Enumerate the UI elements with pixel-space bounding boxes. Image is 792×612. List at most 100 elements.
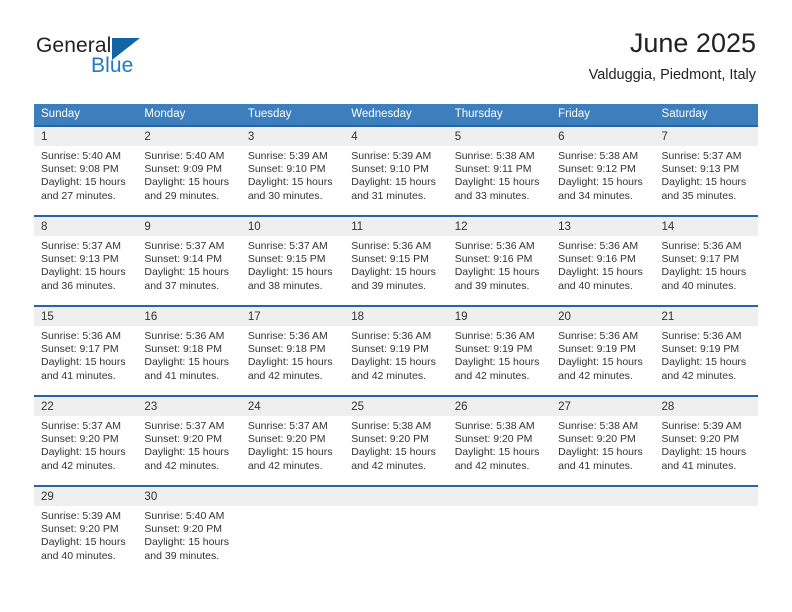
day-cell[interactable]: 21 Sunrise: 5:36 AM Sunset: 9:19 PM Dayl… <box>654 307 758 395</box>
day-cell[interactable]: 24 Sunrise: 5:37 AM Sunset: 9:20 PM Dayl… <box>240 397 345 485</box>
weekday-header-row: Sunday Monday Tuesday Wednesday Thursday… <box>34 104 758 125</box>
day-number-band: 16 <box>137 307 241 326</box>
day-cell[interactable]: 19 Sunrise: 5:36 AM Sunset: 9:19 PM Dayl… <box>447 307 552 395</box>
day-cell[interactable]: 30 Sunrise: 5:40 AM Sunset: 9:20 PM Dayl… <box>137 487 241 575</box>
day-number-band: 22 <box>34 397 138 416</box>
day-cell[interactable]: 17 Sunrise: 5:36 AM Sunset: 9:18 PM Dayl… <box>240 307 345 395</box>
sunrise-text: Sunrise: 5:40 AM <box>144 510 225 522</box>
sunset-text: Sunset: 9:18 PM <box>144 343 223 356</box>
day-number-band: 8 <box>34 217 138 236</box>
day-cell[interactable]: 8 Sunrise: 5:37 AM Sunset: 9:13 PM Dayli… <box>34 217 138 305</box>
sunset-text: Sunset: 9:20 PM <box>558 433 636 446</box>
day-cell[interactable]: 7 Sunrise: 5:37 AM Sunset: 9:13 PM Dayli… <box>654 127 758 215</box>
day-details: Sunrise: 5:37 AM Sunset: 9:20 PM Dayligh… <box>137 416 240 473</box>
daylight-text-line1: Daylight: 15 hours <box>661 446 747 459</box>
day-cell[interactable]: 9 Sunrise: 5:37 AM Sunset: 9:14 PM Dayli… <box>137 217 241 305</box>
sunrise-text: Sunrise: 5:36 AM <box>41 330 121 342</box>
day-cell[interactable]: 2 Sunrise: 5:40 AM Sunset: 9:09 PM Dayli… <box>137 127 241 215</box>
day-number-band: 4 <box>344 127 448 146</box>
day-number-band: 14 <box>654 217 758 236</box>
daylight-text-line2: and 31 minutes. <box>351 189 426 202</box>
sunset-text: Sunset: 9:20 PM <box>661 433 740 446</box>
day-number-band: 18 <box>344 307 448 326</box>
day-number: 3 <box>247 131 255 143</box>
day-cell[interactable]: 10 Sunrise: 5:37 AM Sunset: 9:15 PM Dayl… <box>240 217 345 305</box>
day-number-band: 9 <box>137 217 241 236</box>
day-cell[interactable]: 28 Sunrise: 5:39 AM Sunset: 9:20 PM Dayl… <box>654 397 758 485</box>
daylight-text-line2: and 33 minutes. <box>454 189 530 202</box>
day-cell[interactable]: 11 Sunrise: 5:36 AM Sunset: 9:15 PM Dayl… <box>344 217 448 305</box>
day-cell[interactable]: 29 Sunrise: 5:39 AM Sunset: 9:20 PM Dayl… <box>34 487 138 575</box>
daylight-text-line1: Daylight: 15 hours <box>558 176 643 189</box>
day-cell[interactable]: 12 Sunrise: 5:36 AM Sunset: 9:16 PM Dayl… <box>447 217 552 305</box>
day-details: Sunrise: 5:36 AM Sunset: 9:19 PM Dayligh… <box>344 326 447 383</box>
sunrise-text: Sunrise: 5:38 AM <box>454 420 535 432</box>
daylight-text-line1: Daylight: 15 hours <box>351 176 436 189</box>
daylight-text-line1: Daylight: 15 hours <box>454 446 540 459</box>
day-number: 10 <box>247 221 261 233</box>
day-details: Sunrise: 5:37 AM Sunset: 9:13 PM Dayligh… <box>34 236 137 293</box>
day-cell[interactable]: 15 Sunrise: 5:36 AM Sunset: 9:17 PM Dayl… <box>34 307 138 395</box>
sunrise-text: Sunrise: 5:37 AM <box>661 150 742 162</box>
daylight-text-line2: and 40 minutes. <box>41 549 116 562</box>
day-number-band <box>551 487 655 506</box>
day-cell[interactable]: 4 Sunrise: 5:39 AM Sunset: 9:10 PM Dayli… <box>344 127 448 215</box>
day-details: Sunrise: 5:36 AM Sunset: 9:16 PM Dayligh… <box>448 236 551 293</box>
daylight-text-line2: and 39 minutes. <box>454 279 530 292</box>
day-details: Sunrise: 5:38 AM Sunset: 9:12 PM Dayligh… <box>551 146 654 203</box>
day-number: 27 <box>558 401 571 413</box>
daylight-text-line2: and 37 minutes. <box>144 279 220 292</box>
sunrise-text: Sunrise: 5:36 AM <box>454 240 535 252</box>
daylight-text-line1: Daylight: 15 hours <box>41 266 126 279</box>
sunset-text: Sunset: 9:12 PM <box>558 163 636 176</box>
day-cell[interactable]: 27 Sunrise: 5:38 AM Sunset: 9:20 PM Dayl… <box>551 397 655 485</box>
day-details: Sunrise: 5:39 AM Sunset: 9:20 PM Dayligh… <box>34 506 137 563</box>
day-number: 26 <box>454 401 468 413</box>
day-cell[interactable]: 5 Sunrise: 5:38 AM Sunset: 9:11 PM Dayli… <box>447 127 552 215</box>
day-cell[interactable]: 26 Sunrise: 5:38 AM Sunset: 9:20 PM Dayl… <box>447 397 552 485</box>
day-details: Sunrise: 5:39 AM Sunset: 9:10 PM Dayligh… <box>344 146 447 203</box>
sunset-text: Sunset: 9:16 PM <box>454 253 533 266</box>
day-number: 24 <box>247 401 261 413</box>
daylight-text-line2: and 40 minutes. <box>558 279 633 292</box>
sunset-text: Sunset: 9:13 PM <box>661 163 740 176</box>
day-number-band: 17 <box>240 307 345 326</box>
day-cell[interactable]: 16 Sunrise: 5:36 AM Sunset: 9:18 PM Dayl… <box>137 307 241 395</box>
day-cell[interactable]: 20 Sunrise: 5:36 AM Sunset: 9:19 PM Dayl… <box>551 307 655 395</box>
sunrise-text: Sunrise: 5:40 AM <box>144 150 225 162</box>
weekday-header-friday: Friday <box>558 108 591 120</box>
day-cell[interactable]: 1 Sunrise: 5:40 AM Sunset: 9:08 PM Dayli… <box>34 127 138 215</box>
day-cell[interactable]: 6 Sunrise: 5:38 AM Sunset: 9:12 PM Dayli… <box>551 127 655 215</box>
daylight-text-line2: and 34 minutes. <box>558 189 633 202</box>
sunrise-text: Sunrise: 5:36 AM <box>351 330 432 342</box>
daylight-text-line2: and 40 minutes. <box>661 279 737 292</box>
sunrise-text: Sunrise: 5:36 AM <box>144 330 225 342</box>
day-cell[interactable]: 3 Sunrise: 5:39 AM Sunset: 9:10 PM Dayli… <box>240 127 345 215</box>
day-number-band: 3 <box>240 127 345 146</box>
sunrise-text: Sunrise: 5:38 AM <box>351 420 432 432</box>
day-number: 22 <box>41 401 54 413</box>
sunset-text: Sunset: 9:09 PM <box>144 163 223 176</box>
day-details: Sunrise: 5:36 AM Sunset: 9:17 PM Dayligh… <box>655 236 758 293</box>
daylight-text-line1: Daylight: 15 hours <box>558 266 643 279</box>
day-number: 4 <box>351 131 358 143</box>
day-details: Sunrise: 5:40 AM Sunset: 9:20 PM Dayligh… <box>137 506 240 563</box>
day-number-band: 30 <box>137 487 241 506</box>
day-cell[interactable]: 13 Sunrise: 5:36 AM Sunset: 9:16 PM Dayl… <box>551 217 655 305</box>
day-cell[interactable]: 25 Sunrise: 5:38 AM Sunset: 9:20 PM Dayl… <box>344 397 448 485</box>
daylight-text-line2: and 42 minutes. <box>661 369 737 382</box>
day-cell[interactable]: 14 Sunrise: 5:36 AM Sunset: 9:17 PM Dayl… <box>654 217 758 305</box>
daylight-text-line2: and 38 minutes. <box>247 279 323 292</box>
daylight-text-line1: Daylight: 15 hours <box>41 536 126 549</box>
sunrise-text: Sunrise: 5:36 AM <box>661 330 742 342</box>
day-cell[interactable]: 22 Sunrise: 5:37 AM Sunset: 9:20 PM Dayl… <box>34 397 138 485</box>
day-cell[interactable]: 23 Sunrise: 5:37 AM Sunset: 9:20 PM Dayl… <box>137 397 241 485</box>
day-cell[interactable]: 18 Sunrise: 5:36 AM Sunset: 9:19 PM Dayl… <box>344 307 448 395</box>
day-number-band: 29 <box>34 487 138 506</box>
sunrise-text: Sunrise: 5:38 AM <box>454 150 535 162</box>
day-details: Sunrise: 5:37 AM Sunset: 9:15 PM Dayligh… <box>241 236 344 293</box>
weekday-header-monday: Monday <box>144 108 186 120</box>
sunset-text: Sunset: 9:10 PM <box>351 163 429 176</box>
daylight-text-line2: and 41 minutes. <box>41 369 116 382</box>
logo-text-blue: Blue <box>91 54 134 77</box>
